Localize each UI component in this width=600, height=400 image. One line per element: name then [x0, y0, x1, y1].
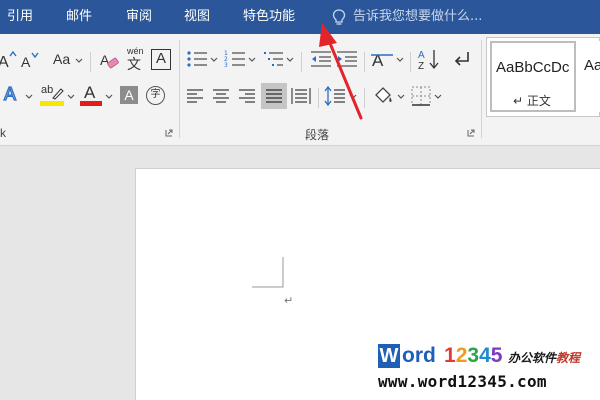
change-case-button[interactable]: Aa [53, 51, 70, 67]
tell-me-placeholder: 告诉我您想要做什么... [353, 9, 483, 24]
chevron-down-icon[interactable] [434, 94, 442, 100]
svg-text:A: A [372, 51, 384, 69]
paragraph-group-label: 段落 [305, 128, 330, 142]
justify-icon[interactable] [265, 88, 283, 104]
chevron-down-icon[interactable] [396, 57, 404, 63]
group-divider [364, 52, 365, 72]
character-border-button[interactable]: A [151, 49, 171, 70]
bullets-icon[interactable] [186, 50, 208, 68]
chevron-down-icon[interactable] [248, 57, 256, 63]
chevron-down-icon[interactable] [75, 58, 83, 64]
decrease-indent-icon[interactable] [310, 50, 332, 68]
font-color-button[interactable]: A [84, 83, 95, 103]
style-next-sample: AaB [584, 57, 600, 74]
highlighter-pen-icon [52, 88, 64, 100]
watermark-digit: 1 [444, 344, 456, 367]
font-color-swatch [80, 101, 102, 106]
tab-special-features[interactable]: 特色功能 [243, 0, 295, 34]
tab-mailings[interactable]: 邮件 [66, 0, 92, 34]
increase-indent-icon[interactable] [336, 50, 358, 68]
chevron-down-icon[interactable] [349, 94, 357, 100]
phonetic-guide-button[interactable]: 文 [127, 54, 141, 74]
svg-text:A: A [418, 50, 425, 61]
highlight-color-swatch [40, 101, 64, 106]
text-effects-button[interactable]: A [3, 83, 16, 105]
chevron-down-icon[interactable] [105, 94, 113, 100]
paragraph-mark: ↵ [284, 294, 294, 307]
grow-font-icon[interactable]: A [0, 50, 18, 70]
multilevel-list-icon[interactable] [262, 50, 284, 68]
chevron-down-icon[interactable] [67, 94, 75, 100]
watermark-digit: 3 [467, 344, 480, 367]
ribbon-tab-bar: 引用 邮件 审阅 视图 特色功能 告诉我您想要做什么... [0, 0, 600, 34]
tab-view[interactable]: 视图 [184, 0, 210, 34]
enclose-characters-button[interactable]: 字 [146, 86, 165, 105]
watermark-tagline-a: 办公软件 [508, 351, 557, 365]
align-center-icon[interactable] [212, 88, 230, 104]
watermark-logo-letter: W [378, 344, 400, 368]
watermark-logo-rest: ord [402, 344, 436, 367]
dialog-launcher-icon[interactable] [165, 129, 173, 137]
watermark-url: www.word12345.com [378, 372, 547, 391]
group-separator [179, 40, 180, 138]
svg-text:A: A [0, 54, 9, 70]
group-divider [301, 52, 302, 72]
watermark-logo-numbers: 12345 [444, 344, 502, 368]
svg-text:3: 3 [224, 62, 228, 68]
tab-references[interactable]: 引用 [7, 0, 33, 34]
line-spacing-icon[interactable] [324, 86, 346, 106]
style-normal[interactable]: AaBbCcDc ↵ 正文 [490, 41, 576, 112]
style-next[interactable]: AaB [580, 41, 600, 112]
chevron-down-icon[interactable] [397, 94, 405, 100]
dialog-launcher-icon[interactable] [467, 129, 475, 137]
borders-icon[interactable] [411, 86, 431, 106]
style-normal-name: ↵ 正文 [513, 94, 551, 108]
shrink-font-icon[interactable]: A [20, 50, 40, 70]
watermark-digit: 2 [455, 344, 468, 367]
margin-corner-marker [252, 257, 284, 288]
font-group-label-fragment: k [0, 126, 6, 140]
lightbulb-icon [332, 9, 346, 25]
sort-icon[interactable]: A Z [418, 48, 440, 70]
watermark-digit: 5 [490, 344, 503, 367]
watermark-tagline: 办公软件教程 [508, 349, 580, 366]
shading-bucket-icon[interactable] [372, 84, 394, 106]
svg-text:Z: Z [418, 61, 424, 70]
group-divider [410, 52, 411, 72]
chevron-down-icon[interactable] [286, 57, 294, 63]
group-divider [90, 52, 91, 72]
chevron-down-icon[interactable] [25, 94, 33, 100]
watermark-tagline-b: 教程 [556, 351, 581, 365]
distributed-align-icon[interactable] [291, 86, 311, 106]
group-separator [481, 40, 482, 138]
tab-review[interactable]: 审阅 [126, 0, 152, 34]
clear-formatting-icon[interactable]: A [100, 50, 120, 72]
watermark-digit: 4 [479, 344, 491, 367]
chinese-layout-icon[interactable]: A [371, 49, 393, 69]
svg-text:A: A [21, 54, 31, 70]
character-shading-button[interactable]: A [120, 86, 138, 104]
align-left-icon[interactable] [186, 88, 204, 104]
numbering-icon[interactable]: 1 2 3 [224, 50, 246, 68]
style-normal-sample: AaBbCcDc [496, 59, 570, 76]
show-hide-marks-icon[interactable] [452, 50, 472, 68]
group-divider [364, 88, 365, 108]
group-divider [318, 88, 319, 108]
align-right-icon[interactable] [238, 88, 256, 104]
chevron-down-icon[interactable] [210, 57, 218, 63]
